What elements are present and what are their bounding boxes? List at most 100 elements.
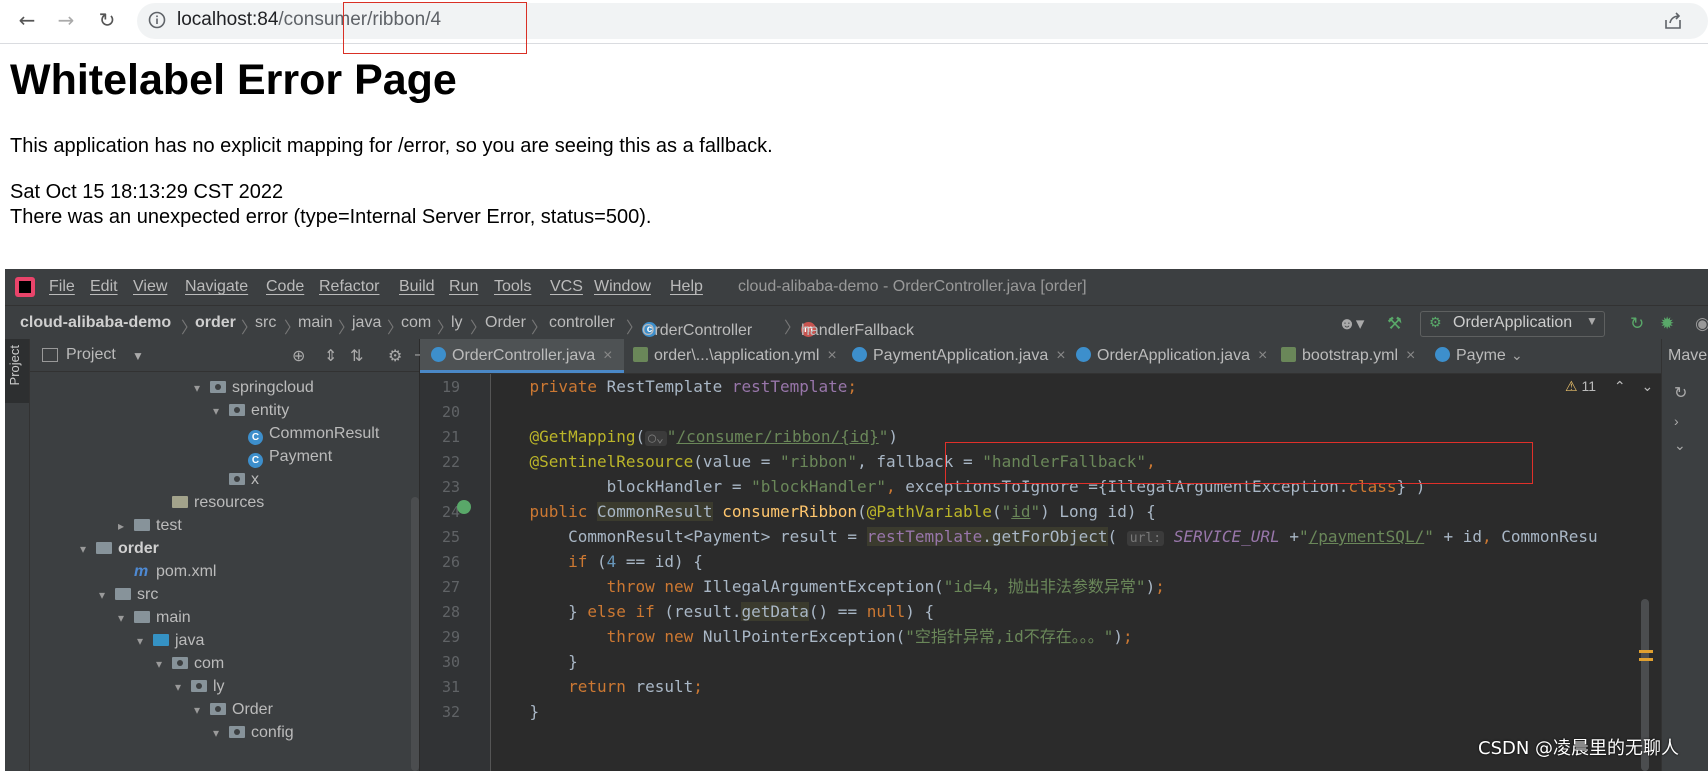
tree-item[interactable]: ▾ order	[80, 537, 159, 560]
package-icon	[229, 404, 245, 416]
tab-application-yml[interactable]: order\...\application.yml ×	[633, 339, 837, 373]
share-icon[interactable]	[1662, 10, 1684, 32]
reload-icon[interactable]: ↻	[96, 9, 118, 31]
expanded-arrow-icon[interactable]: ▾	[80, 538, 96, 561]
project-scrollbar[interactable]	[411, 497, 419, 771]
tree-item[interactable]: ▾ src	[99, 583, 158, 606]
menu-run[interactable]: Run	[449, 278, 478, 296]
expanded-arrow-icon[interactable]: ▾	[194, 699, 210, 722]
code-editor[interactable]: private RestTemplate restTemplate; @GetM…	[491, 374, 1661, 771]
project-side-tab[interactable]: Project	[5, 339, 29, 403]
project-panel-title[interactable]: Project	[66, 346, 116, 364]
tree-item[interactable]: ▾ ly	[175, 675, 225, 698]
close-icon[interactable]: ×	[827, 347, 836, 364]
menu-edit[interactable]: Edit	[90, 278, 118, 296]
breadcrumb-com[interactable]: com	[401, 314, 431, 332]
expanded-arrow-icon[interactable]: ▾	[194, 377, 210, 400]
menu-navigate[interactable]: Navigate	[185, 278, 248, 296]
tree-item[interactable]: ▸ test	[118, 514, 182, 537]
close-icon[interactable]: ×	[1258, 347, 1267, 364]
tree-item[interactable]: ▾ com	[156, 652, 224, 675]
expanded-arrow-icon[interactable]: ▾	[213, 722, 229, 745]
menu-help[interactable]: Help	[670, 278, 703, 296]
window-title: cloud-alibaba-demo - OrderController.jav…	[738, 278, 1087, 295]
user-icon[interactable]: ☻▾	[1338, 314, 1364, 334]
tree-item-label: Payment	[269, 448, 333, 465]
close-icon[interactable]: ×	[1406, 347, 1415, 364]
tree-item[interactable]: ▾ config	[213, 721, 294, 744]
site-info-icon[interactable]	[148, 11, 166, 29]
expanded-arrow-icon[interactable]: ▾	[99, 584, 115, 607]
locate-target-icon[interactable]: ⊕	[292, 346, 305, 366]
menu-tools[interactable]: Tools	[494, 278, 531, 296]
tree-item[interactable]: C CommonResult	[232, 422, 379, 445]
rerun-icon[interactable]: ↻	[1630, 314, 1644, 334]
close-icon[interactable]: ×	[603, 347, 612, 364]
intellij-logo-icon	[15, 277, 35, 297]
breadcrumb-module[interactable]: order	[195, 314, 236, 332]
expand-all-icon[interactable]: ⇕	[324, 346, 337, 366]
breadcrumb-src[interactable]: src	[255, 314, 276, 332]
chevron-down-icon[interactable]: ⌄	[1642, 378, 1654, 394]
tab-bootstrap-yml[interactable]: bootstrap.yml ×	[1281, 339, 1415, 373]
collapse-all-icon[interactable]: ⇅	[350, 346, 363, 366]
menu-vcs[interactable]: VCS	[550, 278, 583, 296]
tree-item[interactable]: C Payment	[232, 445, 332, 468]
menu-refactor[interactable]: Refactor	[319, 278, 379, 296]
chevron-down-icon[interactable]: ⌄	[1674, 437, 1686, 454]
back-arrow-icon[interactable]: ←	[16, 9, 38, 31]
spring-bean-icon[interactable]	[457, 500, 471, 514]
tab-paymentapplication[interactable]: PaymentApplication.java ×	[852, 339, 1066, 373]
collapsed-arrow-icon[interactable]: ▸	[118, 515, 134, 538]
breadcrumb-java[interactable]: java	[352, 314, 381, 332]
tab-payme[interactable]: Payme	[1435, 339, 1506, 373]
maven-tab[interactable]: Maven	[1668, 347, 1708, 365]
warning-indicator[interactable]: ⚠ 11 ⌃ ⌄	[1565, 374, 1653, 399]
tree-item[interactable]: ▾ main	[118, 606, 191, 629]
expanded-arrow-icon[interactable]: ▾	[156, 653, 172, 676]
chevron-right-icon[interactable]: ›	[1674, 413, 1679, 429]
tab-orderapplication[interactable]: OrderApplication.java ×	[1076, 339, 1267, 373]
tab-list-chevron-icon[interactable]: ⌄	[1511, 347, 1523, 364]
profiler-icon[interactable]: ◉	[1695, 314, 1708, 334]
chevron-down-icon[interactable]: ▼	[132, 349, 144, 363]
tree-item[interactable]: ▾ Order	[194, 698, 273, 721]
run-config-select[interactable]: ⚙ OrderApplication ▼	[1420, 311, 1605, 337]
forward-arrow-icon[interactable]: →	[55, 9, 77, 31]
tree-item[interactable]: resources	[156, 491, 264, 514]
tree-item[interactable]: m pom.xml	[118, 560, 216, 583]
refresh-icon[interactable]: ↻	[1674, 383, 1687, 403]
build-hammer-icon[interactable]: ⚒	[1387, 314, 1402, 334]
breadcrumb-ly[interactable]: ly	[451, 314, 463, 332]
tree-item[interactable]: ▾ java	[137, 629, 204, 652]
ide-menubar: File Edit View Navigate Code Refactor Bu…	[5, 269, 1708, 305]
tree-item[interactable]: x	[213, 468, 259, 491]
debug-bug-icon[interactable]: ✹	[1660, 314, 1674, 334]
tab-label: Payme	[1456, 347, 1506, 364]
menu-build[interactable]: Build	[399, 278, 435, 296]
tree-item[interactable]: ▾ entity	[213, 399, 289, 422]
gear-icon[interactable]: ⚙	[388, 346, 402, 366]
yaml-icon	[633, 347, 648, 362]
tree-item[interactable]: ▾ springcloud	[194, 376, 314, 399]
close-icon[interactable]: ×	[1056, 347, 1065, 364]
expanded-arrow-icon[interactable]: ▾	[137, 630, 153, 653]
breadcrumb-project[interactable]: cloud-alibaba-demo	[20, 314, 171, 332]
breadcrumb-main[interactable]: main	[298, 314, 333, 332]
breadcrumb-order[interactable]: Order	[485, 314, 526, 332]
line-number: 29	[441, 628, 460, 646]
menu-code[interactable]: Code	[266, 278, 304, 296]
line-number: 28	[441, 603, 460, 621]
error-detail: There was an unexpected error (type=Inte…	[10, 206, 652, 228]
menu-window[interactable]: Window	[594, 278, 651, 296]
expanded-arrow-icon[interactable]: ▾	[175, 676, 191, 699]
maven-icon: m	[134, 563, 149, 580]
menu-file[interactable]: File	[49, 278, 75, 296]
tab-ordercontroller[interactable]: OrderController.java ×	[420, 339, 624, 373]
menu-view[interactable]: View	[133, 278, 167, 296]
expanded-arrow-icon[interactable]: ▾	[213, 400, 229, 423]
expanded-arrow-icon[interactable]: ▾	[118, 607, 134, 630]
chevron-up-icon[interactable]: ⌃	[1614, 378, 1626, 394]
breadcrumb-controller[interactable]: controller	[549, 314, 615, 332]
tab-label: PaymentApplication.java	[873, 347, 1049, 364]
